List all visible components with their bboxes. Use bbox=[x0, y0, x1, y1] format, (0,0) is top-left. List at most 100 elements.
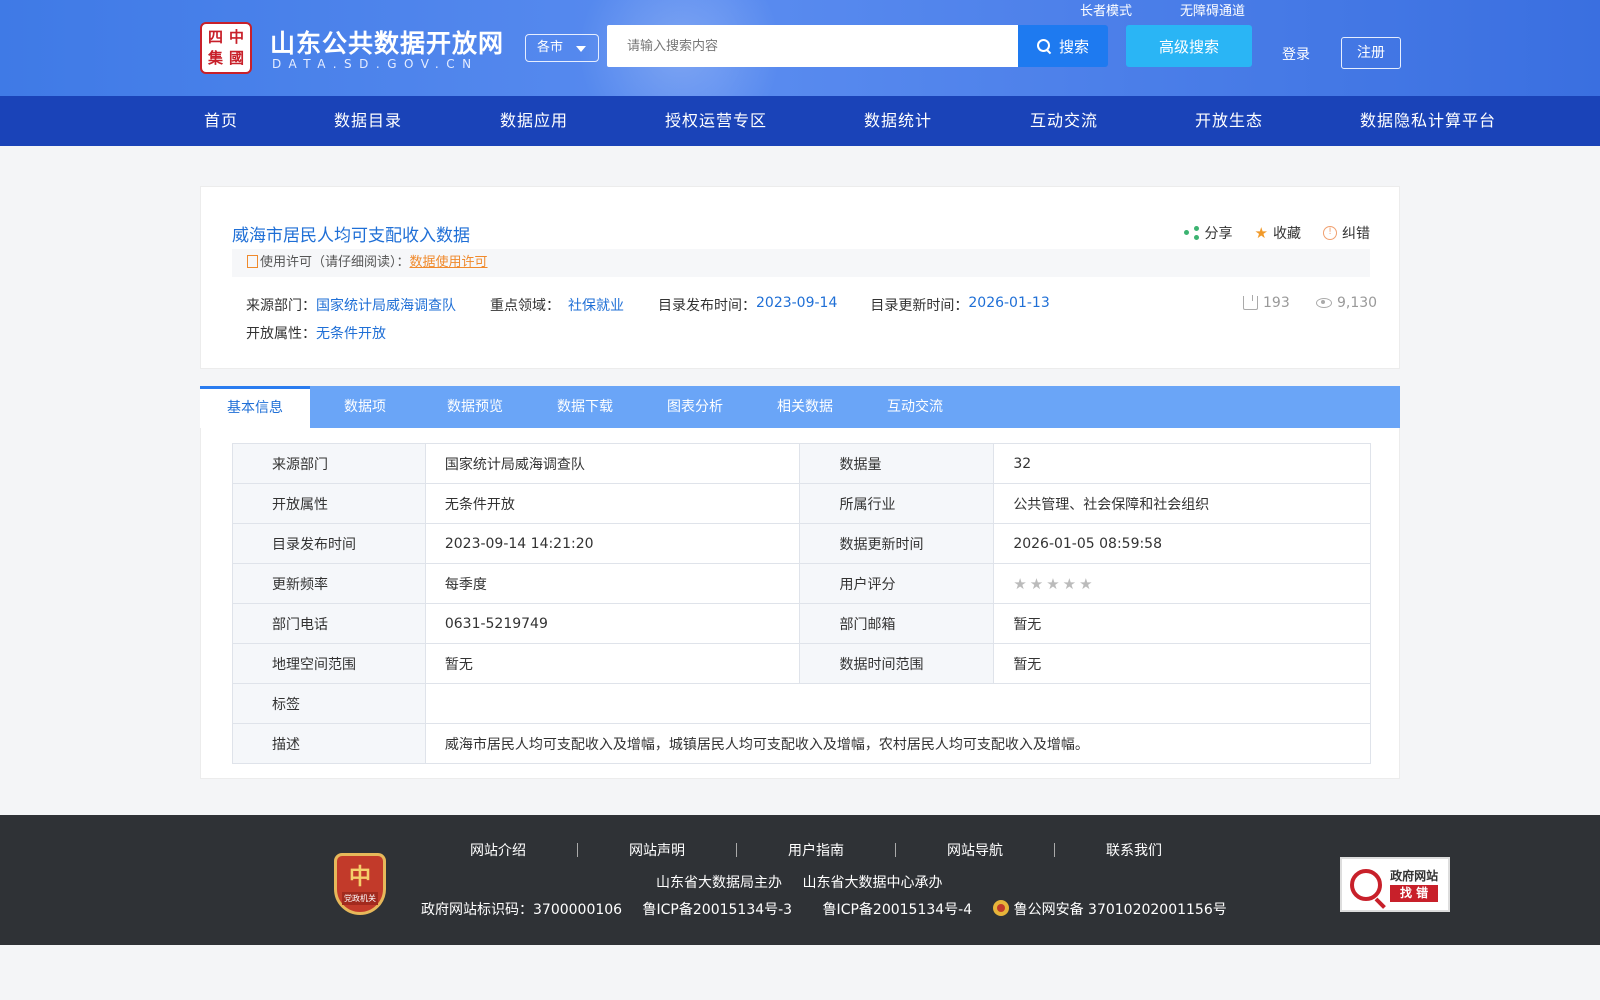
accessibility-link[interactable]: 无障碍通道 bbox=[1180, 0, 1245, 19]
cell-value: 暂无 bbox=[993, 603, 1371, 644]
cell-value: 2023-09-14 14:21:20 bbox=[424, 523, 801, 564]
footer-sponsor: 山东省大数据局主办 bbox=[656, 875, 782, 891]
source-dept-value[interactable]: 国家统计局威海调查队 bbox=[316, 295, 456, 315]
footer-link-statement[interactable]: 网站声明 bbox=[629, 840, 685, 860]
nav-item-home[interactable]: 首页 bbox=[204, 96, 238, 146]
gov-site-error-report-badge[interactable]: 政府网站 找 错 bbox=[1340, 857, 1450, 912]
cell-value: 0631-5219749 bbox=[424, 603, 801, 644]
tab-chart-analysis[interactable]: 图表分析 bbox=[640, 386, 750, 428]
view-count-value: 9,130 bbox=[1337, 295, 1378, 311]
footer-link-contact[interactable]: 联系我们 bbox=[1106, 840, 1162, 860]
register-button[interactable]: 注册 bbox=[1341, 37, 1401, 69]
divider bbox=[736, 843, 737, 857]
footer-sponsor-line: 山东省大数据局主办 山东省大数据中心承办 bbox=[656, 872, 942, 892]
dataset-title: 威海市居民人均可支配收入数据 bbox=[232, 226, 470, 246]
publish-date-label: 目录发布时间： bbox=[658, 298, 756, 314]
search-input[interactable] bbox=[607, 25, 1018, 67]
table-row: 标签 bbox=[232, 683, 1372, 724]
document-icon bbox=[247, 255, 258, 268]
license-prefix: 使用许可（请仔细阅读）： bbox=[260, 255, 410, 270]
favorite-button[interactable]: ★ 收藏 bbox=[1255, 223, 1301, 243]
cell-value: 暂无 bbox=[424, 643, 801, 684]
footer-record-line: 政府网站标识码：3700000106 鲁ICP备20015134号-3 鲁ICP… bbox=[421, 899, 1227, 919]
elder-mode-link[interactable]: 长者模式 bbox=[1080, 0, 1132, 19]
table-row: 目录发布时间 2023-09-14 14:21:20 数据更新时间 2026-0… bbox=[232, 523, 1371, 564]
nav-item-catalog[interactable]: 数据目录 bbox=[334, 96, 402, 146]
nav-item-apps[interactable]: 数据应用 bbox=[500, 96, 568, 146]
nav-item-ecosystem[interactable]: 开放生态 bbox=[1195, 96, 1263, 146]
download-icon bbox=[1243, 295, 1258, 310]
footer-link-about[interactable]: 网站介绍 bbox=[470, 840, 526, 860]
gov-badge-bottom: 找 错 bbox=[1390, 884, 1439, 902]
cell-label: 数据时间范围 bbox=[799, 643, 995, 684]
cell-label: 来源部门 bbox=[232, 443, 426, 484]
source-dept-label: 来源部门： bbox=[246, 298, 316, 314]
logo-char: 國 bbox=[228, 49, 244, 67]
license-link[interactable]: 数据使用许可 bbox=[410, 255, 488, 270]
cell-label: 更新频率 bbox=[232, 563, 426, 604]
share-button[interactable]: 分享 bbox=[1183, 223, 1233, 243]
meta-row-1: 来源部门： 国家统计局威海调查队 重点领域： 社保就业 目录发布时间： 2023… bbox=[246, 295, 1050, 315]
footer-police-record[interactable]: 鲁公网安备 37010202001156号 bbox=[1014, 902, 1227, 918]
footer-icp-4[interactable]: 鲁ICP备20015134号-4 bbox=[823, 902, 973, 918]
cell-value: 国家统计局威海调查队 bbox=[424, 443, 801, 484]
cell-label: 所属行业 bbox=[799, 483, 995, 524]
license-bar: 使用许可（请仔细阅读）：数据使用许可 bbox=[232, 249, 1370, 277]
table-row: 地理空间范围 暂无 数据时间范围 暂无 bbox=[232, 643, 1371, 684]
gov-badge-text: 政府网站 找 错 bbox=[1390, 868, 1439, 902]
site-title[interactable]: 山东公共数据开放网 bbox=[270, 24, 504, 60]
logo-char: 中 bbox=[228, 28, 244, 46]
eye-icon bbox=[1316, 298, 1332, 308]
site-logo[interactable]: 四 中 集 國 bbox=[200, 22, 252, 74]
site-footer: 中 党政机关 网站介绍 网站声明 用户指南 网站导航 联系我们 山东省大数据局主… bbox=[0, 815, 1600, 945]
favorite-label: 收藏 bbox=[1273, 226, 1301, 242]
nav-item-authorized-ops[interactable]: 授权运营专区 bbox=[665, 96, 767, 146]
cell-label: 描述 bbox=[232, 723, 426, 764]
rating-cell: ★★★★★ bbox=[993, 563, 1371, 604]
site-header: 四 中 集 國 山东公共数据开放网 DATA.SD.GOV.CN 各市 搜索 高… bbox=[0, 0, 1600, 96]
divider bbox=[895, 843, 896, 857]
logo-char: 集 bbox=[207, 49, 223, 67]
city-select[interactable]: 各市 bbox=[525, 34, 599, 62]
rating-stars[interactable]: ★★★★★ bbox=[1013, 575, 1095, 593]
report-error-button[interactable]: ! 纠错 bbox=[1323, 223, 1370, 243]
tab-data-download[interactable]: 数据下载 bbox=[530, 386, 640, 428]
chevron-down-icon bbox=[576, 46, 586, 52]
dataset-actions: 分享 ★ 收藏 ! 纠错 bbox=[1183, 223, 1370, 243]
key-area-value[interactable]: 社保就业 bbox=[568, 295, 624, 315]
login-link[interactable]: 登录 bbox=[1282, 44, 1310, 64]
footer-icp-3[interactable]: 鲁ICP备20015134号-3 bbox=[643, 902, 793, 918]
search-button-label: 搜索 bbox=[1058, 37, 1089, 56]
download-count-value: 193 bbox=[1263, 295, 1290, 311]
tab-data-preview[interactable]: 数据预览 bbox=[420, 386, 530, 428]
share-label: 分享 bbox=[1204, 226, 1233, 242]
nav-item-stats[interactable]: 数据统计 bbox=[864, 96, 932, 146]
cell-value: 无条件开放 bbox=[424, 483, 801, 524]
search-button[interactable]: 搜索 bbox=[1018, 25, 1108, 67]
tab-basic-info[interactable]: 基本信息 bbox=[200, 386, 310, 428]
nav-item-interaction[interactable]: 互动交流 bbox=[1030, 96, 1098, 146]
tag-value bbox=[424, 683, 1372, 724]
footer-link-sitemap[interactable]: 网站导航 bbox=[947, 840, 1003, 860]
footer-link-guide[interactable]: 用户指南 bbox=[788, 840, 844, 860]
view-count: 9,130 bbox=[1316, 295, 1377, 311]
cell-label: 用户评分 bbox=[799, 563, 995, 604]
nav-item-privacy-computing[interactable]: 数据隐私计算平台 bbox=[1360, 96, 1496, 146]
tab-related-data[interactable]: 相关数据 bbox=[750, 386, 860, 428]
cell-value: 每季度 bbox=[424, 563, 801, 604]
tab-data-items[interactable]: 数据项 bbox=[310, 386, 420, 428]
error-icon: ! bbox=[1323, 226, 1337, 240]
search-icon bbox=[1036, 39, 1051, 53]
tab-interaction[interactable]: 互动交流 bbox=[860, 386, 970, 428]
party-gov-emblem-icon[interactable]: 中 党政机关 bbox=[334, 853, 386, 915]
open-attr-value: 无条件开放 bbox=[316, 326, 386, 342]
cell-label: 开放属性 bbox=[232, 483, 426, 524]
advanced-search-button[interactable]: 高级搜索 bbox=[1126, 25, 1252, 67]
description-value: 威海市居民人均可支配收入及增幅，城镇居民人均可支配收入及增幅，农村居民人均可支配… bbox=[424, 723, 1372, 764]
update-date-value: 2026-01-13 bbox=[968, 295, 1050, 311]
update-date-label: 目录更新时间： bbox=[870, 298, 969, 314]
table-row: 描述 威海市居民人均可支配收入及增幅，城镇居民人均可支配收入及增幅，农村居民人均… bbox=[232, 723, 1372, 764]
cell-label: 目录发布时间 bbox=[232, 523, 426, 564]
detail-tabs: 基本信息 数据项 数据预览 数据下载 图表分析 相关数据 互动交流 bbox=[200, 386, 1400, 428]
magnifier-icon bbox=[1350, 868, 1382, 901]
